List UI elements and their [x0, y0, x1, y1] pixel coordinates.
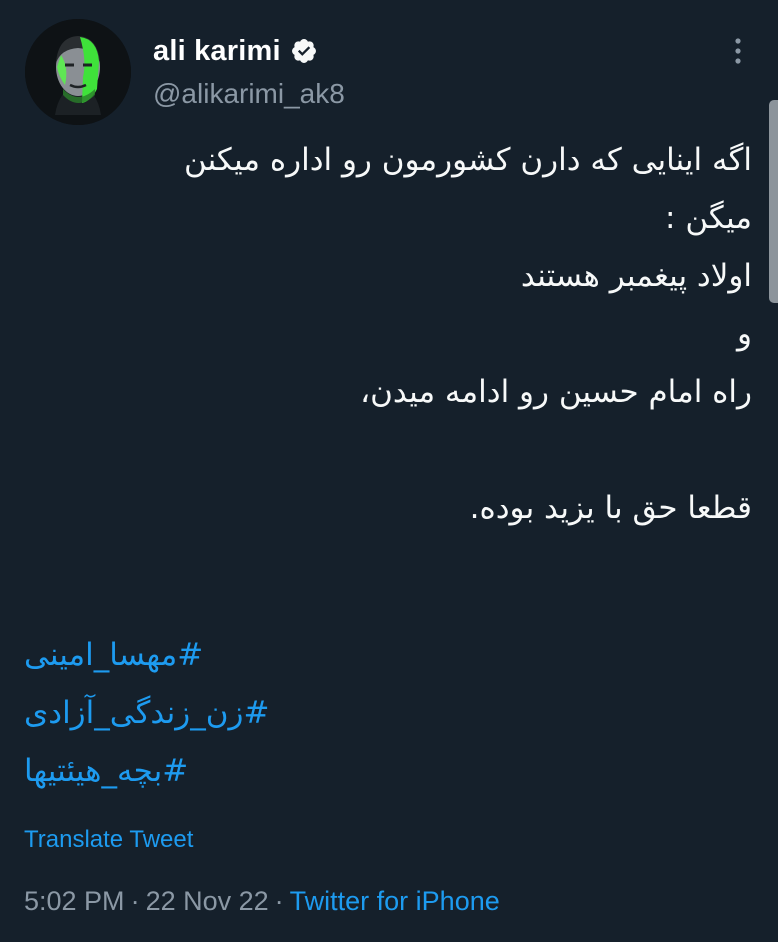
- scrollbar-thumb[interactable]: [769, 100, 778, 303]
- tweet-line: میگن :: [665, 200, 752, 236]
- author-name-row[interactable]: ali karimi: [153, 31, 318, 71]
- hashtag-list: #مهسا_امینی #زن_زندگی_آزادی #بچه_هیئتیها: [24, 626, 524, 800]
- tweet-text: اگه اینایی که دارن کشورمون رو اداره میکن…: [24, 131, 752, 537]
- hashtag-link[interactable]: #زن_زندگی_آزادی: [24, 684, 524, 742]
- hashtag-link[interactable]: #مهسا_امینی: [24, 626, 524, 684]
- more-vertical-icon[interactable]: [726, 36, 750, 66]
- tweet-line: اولاد پیغمبر هستند: [520, 258, 752, 294]
- meta-separator: ·: [274, 886, 284, 916]
- tweet-client-link[interactable]: Twitter for iPhone: [290, 886, 500, 916]
- author-display-name[interactable]: ali karimi: [153, 35, 281, 68]
- avatar[interactable]: [25, 19, 131, 125]
- hashtag-link[interactable]: #بچه_هیئتیها: [24, 742, 524, 800]
- tweet-line: راه امام حسین رو ادامه میدن،: [360, 374, 752, 410]
- tweet-line: قطعا حق با یزید بوده.: [469, 490, 752, 526]
- tweet-date[interactable]: 22 Nov 22: [146, 886, 269, 916]
- tweet-page: ali karimi @alikarimi_ak8 اگه اینایی که …: [0, 0, 778, 942]
- author-handle[interactable]: @alikarimi_ak8: [153, 78, 345, 110]
- meta-separator: ·: [130, 886, 140, 916]
- translate-tweet-link[interactable]: Translate Tweet: [24, 826, 193, 854]
- profile-photo-icon: [25, 19, 131, 125]
- tweet-metadata: 5:02 PM · 22 Nov 22 · Twitter for iPhone: [24, 886, 500, 917]
- tweet-line: اگه اینایی که دارن کشورمون رو اداره میکن…: [183, 142, 752, 178]
- tweet-line: [24, 421, 752, 479]
- tweet-line: و: [737, 316, 752, 352]
- tweet-time[interactable]: 5:02 PM: [24, 886, 125, 916]
- verified-badge-icon: [291, 39, 316, 63]
